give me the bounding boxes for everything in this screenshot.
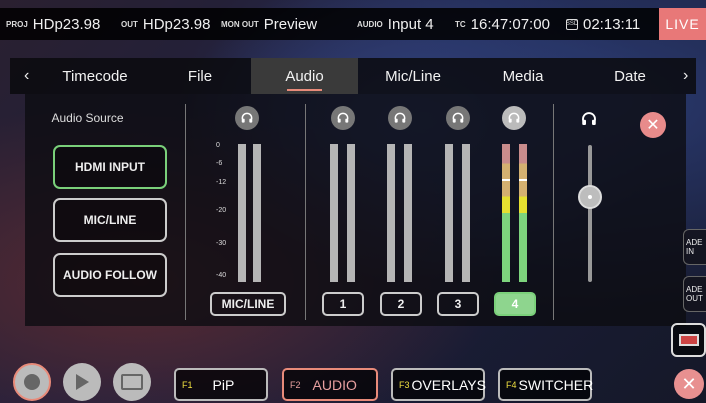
monout-key: MON OUT <box>221 19 259 29</box>
layout-button[interactable] <box>671 323 706 357</box>
project-format: PROJ HDp23.98 <box>6 8 100 40</box>
headphones-icon <box>580 110 600 128</box>
channel-mic-line-button[interactable]: MIC/LINE <box>210 292 286 316</box>
f3-label: OVERLAYS <box>411 376 486 393</box>
channel-1-button[interactable]: 1 <box>322 292 364 316</box>
divider <box>553 104 554 320</box>
peak-marker <box>519 179 527 181</box>
channel-3-button[interactable]: 3 <box>437 292 479 316</box>
audio-key: AUDIO <box>357 19 383 29</box>
headphones-icon[interactable] <box>446 106 470 130</box>
tab-mic-line[interactable]: Mic/Line <box>360 58 466 94</box>
media-button[interactable] <box>113 363 151 401</box>
close-icon[interactable]: ✕ <box>674 369 704 399</box>
level-meter-ch2-left <box>387 144 395 282</box>
prev-tab-arrow[interactable]: ‹ <box>24 58 29 94</box>
channel-4-button[interactable]: 4 <box>494 292 536 316</box>
tc-key: TC <box>455 19 466 29</box>
ssd-icon: SSD <box>566 18 578 30</box>
tab-media[interactable]: Media <box>468 58 578 94</box>
level-meter-ch1-left <box>330 144 338 282</box>
audio-source-label: Audio Source <box>51 111 124 125</box>
f1-label: PiP <box>212 376 235 393</box>
settings-tabs: ‹ Timecode File Audio Mic/Line Media Dat… <box>10 58 696 94</box>
level-meter-ch4-right <box>519 144 527 282</box>
next-tab-arrow[interactable]: › <box>683 58 688 94</box>
proj-key: PROJ <box>6 19 28 29</box>
level-meter-ch2-right <box>404 144 412 282</box>
fade-in-label: ADE IN <box>686 238 703 256</box>
fade-out-button[interactable]: ADE OUT <box>683 276 706 312</box>
scale-label: -6 <box>216 160 223 167</box>
fkey-label: F4 <box>506 379 517 390</box>
monitor-output: MON OUT Preview <box>221 8 317 40</box>
active-tab-underline <box>287 89 322 91</box>
media-icon <box>121 374 143 390</box>
headphones-icon[interactable] <box>235 106 259 130</box>
tab-audio-label: Audio <box>285 67 324 85</box>
ssd-value: 02:13:11 <box>583 15 641 33</box>
out-value: HDp23.98 <box>142 15 211 33</box>
headphone-volume-slider-knob[interactable] <box>578 185 602 210</box>
channel-2-button[interactable]: 2 <box>380 292 422 316</box>
proj-value: HDp23.98 <box>32 15 101 33</box>
scale-label: 0 <box>216 142 220 149</box>
headphones-icon[interactable] <box>388 106 412 130</box>
headphones-icon[interactable] <box>502 106 526 130</box>
fkey-label: F1 <box>182 379 193 390</box>
scale-label: -30 <box>216 240 227 247</box>
tab-date[interactable]: Date <box>578 58 682 94</box>
scale-label: -12 <box>216 179 227 186</box>
output-format: OUT HDp23.98 <box>121 8 210 40</box>
record-icon <box>24 374 40 390</box>
f2-audio-button[interactable]: F2 AUDIO <box>282 368 378 401</box>
f2-label: AUDIO <box>312 376 357 393</box>
scale-label: -20 <box>216 207 227 214</box>
tab-file[interactable]: File <box>150 58 250 94</box>
disk-remaining: SSD 02:13:11 <box>566 8 640 40</box>
hdmi-input-button[interactable]: HDMI INPUT <box>53 145 167 189</box>
scale-label: -40 <box>216 272 227 279</box>
headphone-volume-slider-track[interactable] <box>588 145 592 282</box>
audio-value: Input 4 <box>387 15 434 33</box>
monout-value: Preview <box>263 15 318 33</box>
divider <box>305 104 306 320</box>
tab-audio[interactable]: Audio <box>251 58 358 94</box>
level-meter-ch3-left <box>445 144 453 282</box>
f4-label: SWITCHER <box>518 376 594 393</box>
fade-out-label: ADE OUT <box>686 285 703 303</box>
out-key: OUT <box>121 19 138 29</box>
fkey-label: F2 <box>290 379 301 390</box>
fkey-label: F3 <box>399 379 410 390</box>
audio-follow-button[interactable]: AUDIO FOLLOW <box>53 253 167 297</box>
mic-line-source-button[interactable]: MIC/LINE <box>53 198 167 242</box>
tab-timecode[interactable]: Timecode <box>40 58 150 94</box>
divider <box>185 104 186 320</box>
close-panel-button[interactable]: ✕ <box>640 112 666 138</box>
play-button[interactable] <box>63 363 101 401</box>
status-bar: PROJ HDp23.98 OUT HDp23.98 MON OUT Previ… <box>0 8 706 40</box>
tc-value: 16:47:07:00 <box>470 15 550 33</box>
level-meter-ch4-left <box>502 144 510 282</box>
fade-in-button[interactable]: ADE IN <box>683 229 706 265</box>
record-button[interactable] <box>13 363 51 401</box>
timecode-readout: TC 16:47:07:00 <box>455 8 550 40</box>
f4-switcher-button[interactable]: F4 SWITCHER <box>498 368 594 401</box>
peak-marker <box>502 179 510 181</box>
level-meter-ch3-right <box>462 144 470 282</box>
level-meter-ch1-right <box>347 144 355 282</box>
headphones-icon[interactable] <box>331 106 355 130</box>
layout-icon <box>678 334 699 346</box>
play-icon <box>76 374 89 390</box>
f1-pip-button[interactable]: F1 PiP <box>174 368 268 401</box>
level-meter-mic-right <box>253 144 261 282</box>
audio-input: AUDIO Input 4 <box>357 8 434 40</box>
live-button[interactable]: LIVE <box>659 8 706 40</box>
f3-overlays-button[interactable]: F3 OVERLAYS <box>391 368 486 401</box>
level-meter-mic-left <box>238 144 246 282</box>
